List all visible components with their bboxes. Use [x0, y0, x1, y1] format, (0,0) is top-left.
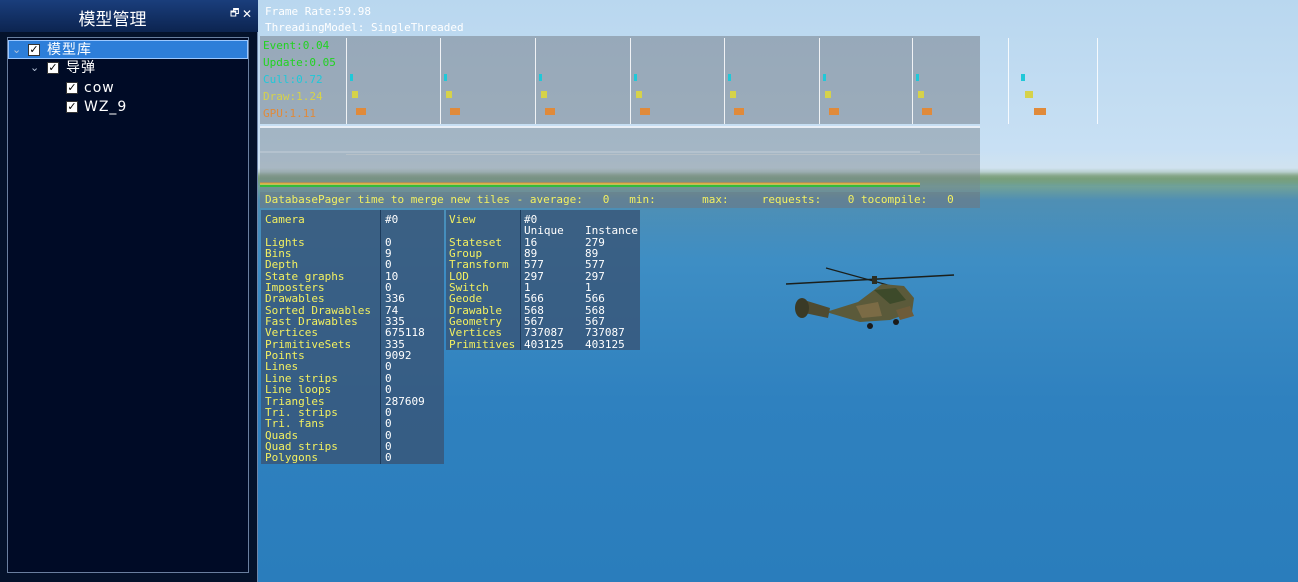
timing-bar: [734, 108, 744, 115]
helicopter-model[interactable]: [786, 260, 956, 340]
timing-bar: [730, 91, 736, 98]
timing-bar: [916, 74, 919, 81]
timing-bar: [539, 74, 542, 81]
timing-bar: [352, 91, 358, 98]
chevron-down-icon[interactable]: ⌄: [30, 61, 39, 74]
frame-marker-line: [440, 38, 441, 124]
stats-history-graph: [260, 126, 980, 192]
table-divider: [380, 210, 381, 464]
timing-bar: [728, 74, 731, 81]
timing-bar: [1025, 91, 1033, 98]
tree-item-wz9[interactable]: ✓ WZ_9: [8, 98, 248, 117]
checkbox-checked-icon[interactable]: ✓: [47, 62, 59, 74]
database-pager-bar: DatabasePager time to merge new tiles - …: [260, 192, 980, 208]
frame-marker-line: [724, 38, 725, 124]
timing-bar: [825, 91, 831, 98]
history-lines: [260, 151, 920, 187]
stats-timing-graph: Event:0.04 Update:0.05 Cull:0.72 Draw:1.…: [260, 36, 980, 155]
close-icon[interactable]: ✕: [242, 7, 252, 21]
database-pager-text: DatabasePager time to merge new tiles - …: [265, 193, 954, 206]
camera-stats-table: Camera Lights Bins Depth State graphs Im…: [261, 210, 444, 464]
draw-time-label: Draw:1.24: [263, 90, 323, 103]
tree-item-missile[interactable]: ⌄ ✓ 导弹: [8, 59, 248, 78]
timing-bar: [918, 91, 924, 98]
update-time-label: Update:0.05: [263, 56, 336, 69]
event-time-label: Event:0.04: [263, 39, 330, 52]
frame-marker-line: [819, 38, 820, 124]
timing-bar: [922, 108, 932, 115]
tree-item-label: cow: [84, 80, 115, 96]
cull-time-label: Cull:0.72: [263, 73, 323, 86]
model-manager-dock: 模型管理 🗗 ✕ ⌄ ✓ 模型库 ⌄ ✓ 导弹 ✓ cow ✓ WZ_9: [0, 0, 258, 582]
timing-bar: [829, 108, 839, 115]
frame-marker-line: [630, 38, 631, 124]
timing-bar: [640, 108, 650, 115]
timing-bar: [350, 74, 353, 81]
timing-bar: [450, 108, 460, 115]
camera-stat-labels: Camera Lights Bins Depth State graphs Im…: [265, 213, 371, 465]
frame-marker-line: [346, 38, 347, 124]
checkbox-checked-icon[interactable]: ✓: [66, 82, 78, 94]
view-instance-values: Instance 279 89 577 297 1 566 568 567 73…: [585, 224, 638, 351]
timing-bar: [444, 74, 447, 81]
timing-bar: [545, 108, 555, 115]
frame-marker-line: [1097, 38, 1098, 124]
checkbox-checked-icon[interactable]: ✓: [66, 101, 78, 113]
tree-item-cow[interactable]: ✓ cow: [8, 79, 248, 98]
tree-item-label: 导弹: [66, 60, 96, 76]
timing-bar: [823, 74, 826, 81]
model-tree[interactable]: ⌄ ✓ 模型库 ⌄ ✓ 导弹 ✓ cow ✓ WZ_9: [7, 37, 249, 573]
frame-marker-line: [912, 38, 913, 124]
dock-title: 模型管理: [78, 10, 147, 30]
float-icon[interactable]: 🗗: [230, 9, 239, 19]
view-stats-table: View Stateset Group Transform LOD Switch…: [446, 210, 640, 350]
frame-marker-line: [535, 38, 536, 124]
tree-item-model-library[interactable]: ⌄ ✓ 模型库: [8, 40, 248, 59]
camera-stat-values: #0 0 9 0 10 0 336 74 335 675118 335 9092…: [385, 213, 425, 465]
timing-bar: [446, 91, 452, 98]
tree-item-label: WZ_9: [84, 99, 128, 115]
view-stat-labels: View Stateset Group Transform LOD Switch…: [449, 213, 516, 351]
3d-viewport[interactable]: Frame Rate:59.98 ThreadingModel: SingleT…: [258, 0, 1298, 582]
timing-bar: [1034, 108, 1046, 115]
table-divider: [520, 210, 521, 350]
view-unique-values: #0 Unique 16 89 577 297 1 566 568 567 73…: [524, 213, 564, 351]
checkbox-checked-icon[interactable]: ✓: [28, 44, 40, 56]
timing-bar: [634, 74, 637, 81]
frame-marker-line: [1008, 38, 1009, 124]
threading-model-text: ThreadingModel: SingleThreaded: [265, 21, 464, 34]
timing-bar: [636, 91, 642, 98]
dock-title-bar[interactable]: 模型管理 🗗 ✕: [0, 0, 258, 32]
tree-item-label: 模型库: [47, 42, 92, 58]
chevron-down-icon[interactable]: ⌄: [12, 43, 21, 56]
frame-rate-text: Frame Rate:59.98: [265, 5, 371, 18]
timing-bar: [1021, 74, 1025, 81]
timing-bar: [541, 91, 547, 98]
timing-bar: [356, 108, 366, 115]
gpu-time-label: GPU:1.11: [263, 107, 316, 120]
